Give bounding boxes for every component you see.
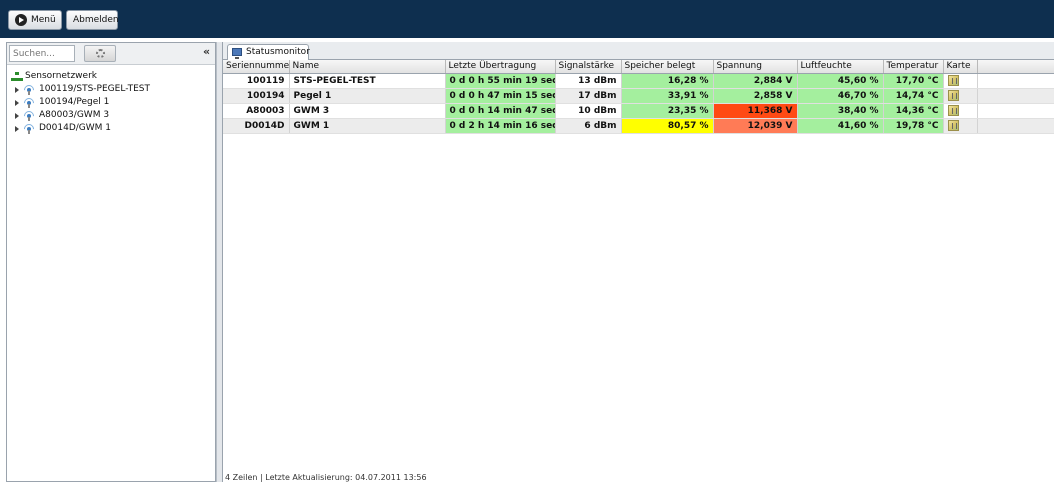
top-toolbar: Menü Abmelden bbox=[0, 0, 1054, 38]
cell-filler bbox=[977, 103, 1054, 119]
main-panel: Statusmonitor Seriennummer Name Letzte Ü… bbox=[222, 42, 1054, 482]
table-row[interactable]: 100194 Pegel 1 0 d 0 h 47 min 15 sec 17 … bbox=[223, 88, 1054, 104]
sensor-tree: Sensornetzwerk 100119/STS-PEGEL-TEST 100… bbox=[11, 69, 211, 137]
cell-name: STS-PEGEL-TEST bbox=[289, 73, 446, 89]
cell-memory: 23,35 % bbox=[621, 103, 714, 119]
cell-map bbox=[943, 103, 978, 119]
search-input[interactable] bbox=[9, 45, 75, 62]
sensor-antenna-icon bbox=[21, 121, 37, 137]
sensor-antenna-icon bbox=[21, 95, 37, 111]
map-icon[interactable] bbox=[947, 105, 959, 116]
cell-name: GWM 3 bbox=[289, 103, 446, 119]
cell-serial: D0014D bbox=[223, 118, 290, 134]
cell-name: Pegel 1 bbox=[289, 88, 446, 104]
column-header-signalstaerke[interactable]: Signalstärke bbox=[555, 60, 622, 74]
cell-temperature: 17,70 °C bbox=[883, 73, 944, 89]
tree-item-100194[interactable]: 100194/Pegel 1 bbox=[13, 95, 211, 111]
column-header-speicher-belegt[interactable]: Speicher belegt bbox=[621, 60, 714, 74]
collapse-sidebar-icon[interactable]: « bbox=[203, 45, 210, 58]
status-bar: 4 Zeilen | Letzte Aktualisierung: 04.07.… bbox=[225, 474, 427, 482]
menu-button[interactable]: Menü bbox=[8, 10, 62, 30]
cell-signal: 10 dBm bbox=[555, 103, 622, 119]
column-header-seriennummer[interactable]: Seriennummer bbox=[223, 60, 290, 74]
cell-filler bbox=[977, 118, 1054, 134]
search-bar: « bbox=[7, 43, 215, 65]
sensor-antenna-icon bbox=[21, 108, 37, 124]
table-row[interactable]: A80003 GWM 3 0 d 0 h 14 min 47 sec 10 dB… bbox=[223, 103, 1054, 119]
app-window: Menü Abmelden « Sensornetzwerk 100119/ST… bbox=[0, 0, 1054, 482]
table-header-row: Seriennummer Name Letzte Übertragung Sig… bbox=[223, 60, 1054, 74]
cell-signal: 13 dBm bbox=[555, 73, 622, 89]
tree-item-100119[interactable]: 100119/STS-PEGEL-TEST bbox=[13, 82, 211, 98]
column-header-filler bbox=[977, 60, 1054, 74]
status-table: Seriennummer Name Letzte Übertragung Sig… bbox=[223, 60, 1054, 134]
table-row[interactable]: D0014D GWM 1 0 d 2 h 14 min 16 sec 6 dBm… bbox=[223, 118, 1054, 134]
cell-memory: 80,57 % bbox=[621, 118, 714, 134]
sensor-antenna-icon bbox=[21, 82, 37, 98]
cell-voltage: 11,368 V bbox=[713, 103, 798, 119]
cell-signal: 6 dBm bbox=[555, 118, 622, 134]
table-row[interactable]: 100119 STS-PEGEL-TEST 0 d 0 h 55 min 19 … bbox=[223, 73, 1054, 89]
expand-arrow-icon[interactable] bbox=[15, 87, 19, 93]
logout-button[interactable]: Abmelden bbox=[66, 10, 119, 30]
column-header-temperatur[interactable]: Temperatur bbox=[883, 60, 944, 74]
cell-humidity: 38,40 % bbox=[797, 103, 884, 119]
cell-memory: 33,91 % bbox=[621, 88, 714, 104]
tab-label: Statusmonitor bbox=[246, 47, 310, 57]
network-icon bbox=[11, 72, 23, 81]
expand-arrow-icon[interactable] bbox=[15, 126, 19, 132]
tab-statusmonitor[interactable]: Statusmonitor bbox=[227, 44, 310, 61]
column-header-luftfeuchte[interactable]: Luftfeuchte bbox=[797, 60, 884, 74]
tree-root-sensornetzwerk[interactable]: Sensornetzwerk bbox=[11, 69, 211, 83]
cell-map bbox=[943, 88, 978, 104]
tree-item-label: A80003/GWM 3 bbox=[39, 110, 110, 120]
tree-item-label: 100119/STS-PEGEL-TEST bbox=[39, 84, 151, 94]
cell-signal: 17 dBm bbox=[555, 88, 622, 104]
sidebar: « Sensornetzwerk 100119/STS-PEGEL-TEST 1… bbox=[6, 42, 216, 482]
cell-temperature: 14,36 °C bbox=[883, 103, 944, 119]
tree-root-label: Sensornetzwerk bbox=[25, 71, 97, 81]
cell-last-transmission: 0 d 2 h 14 min 16 sec bbox=[445, 118, 556, 134]
cell-filler bbox=[977, 88, 1054, 104]
tree-item-d0014d[interactable]: D0014D/GWM 1 bbox=[13, 121, 211, 137]
search-settings-button[interactable] bbox=[84, 45, 116, 62]
cell-temperature: 14,74 °C bbox=[883, 88, 944, 104]
cell-humidity: 46,70 % bbox=[797, 88, 884, 104]
gear-icon bbox=[96, 49, 105, 58]
map-icon[interactable] bbox=[947, 90, 959, 101]
column-header-letzte-uebertragung[interactable]: Letzte Übertragung bbox=[445, 60, 556, 74]
map-icon[interactable] bbox=[947, 75, 959, 86]
column-header-name[interactable]: Name bbox=[289, 60, 446, 74]
cell-map bbox=[943, 118, 978, 134]
expand-arrow-icon[interactable] bbox=[15, 113, 19, 119]
cell-serial: 100194 bbox=[223, 88, 290, 104]
expand-arrow-icon[interactable] bbox=[15, 100, 19, 106]
tree-item-label: D0014D/GWM 1 bbox=[39, 123, 112, 133]
column-header-karte[interactable]: Karte bbox=[943, 60, 978, 74]
column-header-spannung[interactable]: Spannung bbox=[713, 60, 798, 74]
cell-voltage: 2,858 V bbox=[713, 88, 798, 104]
cell-serial: A80003 bbox=[223, 103, 290, 119]
cell-last-transmission: 0 d 0 h 55 min 19 sec bbox=[445, 73, 556, 89]
cell-last-transmission: 0 d 0 h 47 min 15 sec bbox=[445, 88, 556, 104]
cell-filler bbox=[977, 73, 1054, 89]
cell-name: GWM 1 bbox=[289, 118, 446, 134]
cell-serial: 100119 bbox=[223, 73, 290, 89]
menu-button-label: Menü bbox=[31, 15, 56, 25]
monitor-icon bbox=[232, 48, 242, 59]
cell-map bbox=[943, 73, 978, 89]
cell-last-transmission: 0 d 0 h 14 min 47 sec bbox=[445, 103, 556, 119]
cell-temperature: 19,78 °C bbox=[883, 118, 944, 134]
map-icon[interactable] bbox=[947, 120, 959, 131]
cell-humidity: 45,60 % bbox=[797, 73, 884, 89]
menu-play-icon bbox=[15, 14, 27, 26]
tree-item-label: 100194/Pegel 1 bbox=[39, 97, 110, 107]
cell-memory: 16,28 % bbox=[621, 73, 714, 89]
tree-item-a80003[interactable]: A80003/GWM 3 bbox=[13, 108, 211, 124]
cell-humidity: 41,60 % bbox=[797, 118, 884, 134]
tab-bar: Statusmonitor bbox=[223, 42, 1054, 61]
cell-voltage: 2,884 V bbox=[713, 73, 798, 89]
cell-voltage: 12,039 V bbox=[713, 118, 798, 134]
